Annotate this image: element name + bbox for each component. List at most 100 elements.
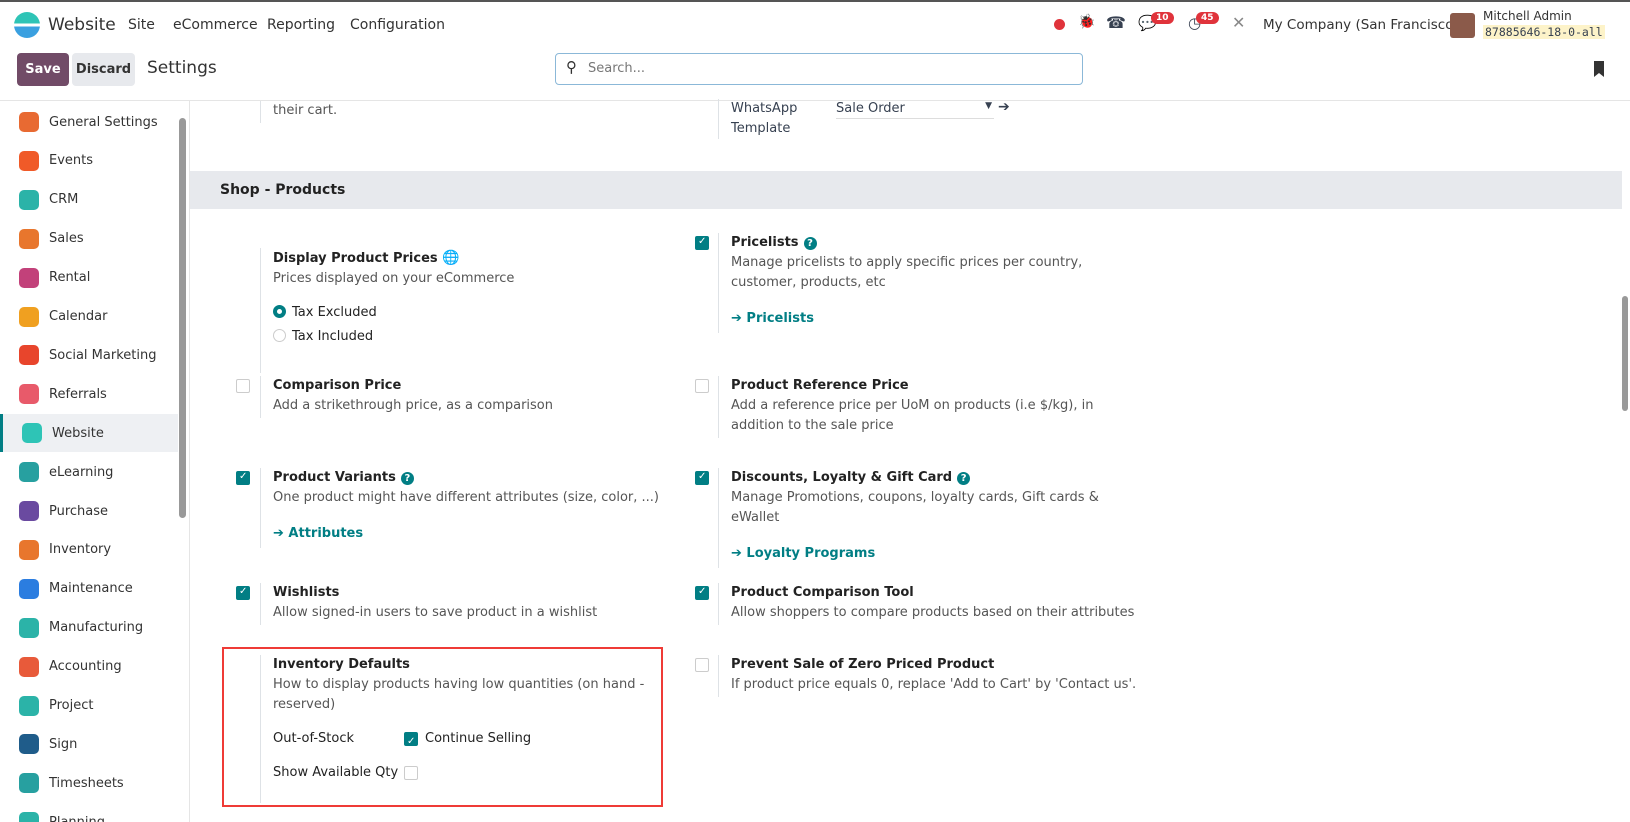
loyalty-checkbox[interactable] [695,471,709,485]
divider [0,100,1630,101]
comparison-tool-checkbox[interactable] [695,586,709,600]
menu-configuration[interactable]: Configuration [350,17,445,33]
sidebar-item-label: Planning [49,815,105,822]
attributes-link[interactable]: ➔ Attributes [273,524,659,544]
radio-tax-excluded[interactable]: Tax Excluded [273,303,514,323]
pricelists-link[interactable]: ➔ Pricelists [731,309,1082,329]
sidebar-item-label: CRM [49,192,79,208]
bug-icon[interactable]: 🐞 [1078,14,1095,30]
sidebar-item-label: General Settings [49,114,158,130]
setting-comparison-tool: Product Comparison Tool Allow shoppers to… [718,583,1134,625]
sidebar-item-inventory[interactable]: Inventory [0,531,178,569]
save-button[interactable]: Save [17,53,69,86]
loyalty-programs-link[interactable]: ➔ Loyalty Programs [731,544,1099,564]
setting-desc: Prices displayed on your eCommerce [273,271,515,286]
whatsapp-template-select[interactable]: Sale Order ▼ [836,101,994,119]
highlight-box [222,647,663,807]
sidebar-item-purchase[interactable]: Purchase [0,492,178,530]
sidebar-item-website[interactable]: Website [0,414,178,453]
whatsapp-template-setting: WhatsApp Template [718,99,797,139]
wishlists-checkbox[interactable] [236,586,250,600]
tools-icon[interactable]: ✕ [1232,13,1245,32]
sidebar-item-social-marketing[interactable]: Social Marketing [0,336,178,374]
sidebar-item-timesheets[interactable]: Timesheets [0,764,178,802]
sidebar-item-elearning[interactable]: eLearning [0,453,178,491]
app-icon [19,617,39,638]
recording-icon[interactable] [1054,19,1065,30]
chevron-down-icon: ▼ [985,101,992,111]
sidebar-item-rental[interactable]: Rental [0,259,178,297]
setting-loyalty: Discounts, Loyalty & Gift Card? Manage P… [718,468,1099,568]
menu-site[interactable]: Site [128,17,155,33]
sidebar-item-label: Sales [49,231,84,247]
sidebar-item-label: eLearning [49,464,114,480]
top-navbar: Website Site eCommerce Reporting Configu… [0,0,1630,46]
sidebar-item-project[interactable]: Project [0,687,178,725]
sidebar-item-planning[interactable]: Planning [0,803,178,822]
sidebar-item-calendar[interactable]: Calendar [0,298,178,336]
sidebar-item-label: Maintenance [49,581,133,597]
app-icon [19,189,39,210]
sidebar-scrollbar[interactable] [179,118,186,518]
activity-count-badge: 45 [1196,12,1219,24]
sidebar-item-manufacturing[interactable]: Manufacturing [0,609,178,647]
whatsapp-label: WhatsApp Template [731,101,798,136]
avatar[interactable] [1450,13,1475,38]
app-icon [19,267,39,288]
setting-display-prices: Display Product Prices 🌐 Prices displaye… [260,248,514,373]
help-icon[interactable]: ? [803,237,817,250]
app-icon [22,423,42,444]
app-icon [19,384,39,405]
sidebar-item-label: Referrals [49,386,107,402]
help-icon[interactable]: ? [957,472,971,485]
app-icon [19,539,39,560]
main-scrollbar[interactable] [1622,296,1628,411]
search-icon: ⚲ [566,58,577,76]
radio-tax-included[interactable]: Tax Included [273,327,514,347]
sidebar-item-label: Project [49,698,94,713]
cart-text: their cart. [273,103,338,118]
setting-pricelists: Pricelists? Manage pricelists to apply s… [718,233,1082,333]
menu-reporting[interactable]: Reporting [267,17,335,33]
app-icon [19,345,39,366]
discard-button[interactable]: Discard [72,53,135,86]
app-icon [19,112,39,132]
sidebar-item-label: Website [52,425,104,441]
company-switcher[interactable]: My Company (San Francisco) [1263,17,1459,33]
bookmark-icon[interactable] [1594,61,1604,77]
comparison-price-checkbox[interactable] [236,379,250,393]
app-icon [19,306,39,327]
sidebar-item-crm[interactable]: CRM [0,181,178,219]
phone-icon[interactable]: ☎ [1106,13,1126,32]
sidebar-item-sales[interactable]: Sales [0,220,178,258]
zero-price-checkbox[interactable] [695,658,709,672]
sidebar-item-accounting[interactable]: Accounting [0,648,178,686]
product-variants-checkbox[interactable] [236,471,250,485]
search-placeholder: Search... [588,61,646,76]
sidebar-item-general-settings[interactable]: General Settings [0,103,178,141]
setting-title: Display Product Prices [273,251,438,266]
sidebar-item-label: Inventory [49,542,112,558]
reference-price-checkbox[interactable] [695,379,709,393]
pricelists-checkbox[interactable] [695,236,709,250]
sidebar-item-referrals[interactable]: Referrals [0,375,178,413]
menu-ecommerce[interactable]: eCommerce [173,17,258,33]
search-input[interactable]: ⚲ Search... [555,53,1083,85]
app-icon [19,228,39,249]
app-icon [19,578,39,599]
app-icon [19,773,39,794]
arrow-right-icon[interactable]: ➔ [998,99,1010,115]
app-icon [19,501,39,521]
app-name[interactable]: Website [48,15,116,35]
sidebar-item-maintenance[interactable]: Maintenance [0,570,178,608]
website-logo-icon[interactable] [14,12,40,38]
help-icon[interactable]: ? [400,472,414,485]
app-icon [19,150,39,171]
user-name[interactable]: Mitchell Admin [1483,9,1572,23]
app-icon [19,656,39,677]
sidebar-item-sign[interactable]: Sign [0,725,178,763]
sidebar-item-label: Calendar [49,309,108,324]
settings-sidebar: General Settings Events CRM Sales Rental Cale… [0,101,190,822]
sidebar-item-events[interactable]: Events [0,142,178,180]
globe-icon: 🌐 [442,250,460,266]
